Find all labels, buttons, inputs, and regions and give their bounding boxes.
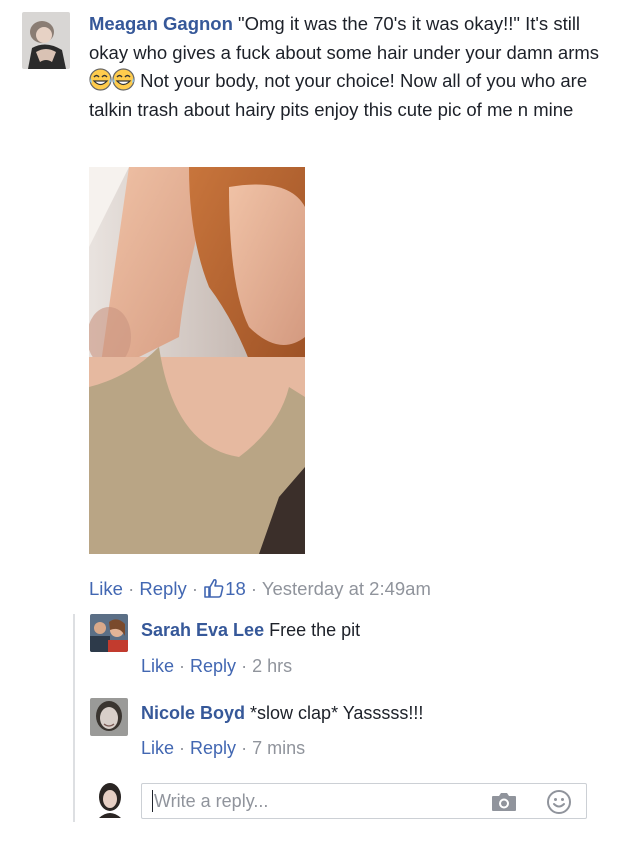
main-comment-body: Meagan Gagnon "Omg it was the 70's it wa… (89, 10, 604, 124)
thumbs-up-icon[interactable] (203, 577, 225, 599)
camera-icon[interactable] (490, 790, 518, 814)
like-link[interactable]: Like (89, 578, 123, 599)
separator: · (186, 578, 204, 599)
main-commenter-avatar[interactable] (22, 12, 70, 69)
reply-text: *slow clap* Yasssss!!! (245, 703, 424, 723)
separator: · (122, 578, 140, 599)
separator: · (236, 738, 253, 758)
separator: · (174, 656, 191, 676)
like-link[interactable]: Like (141, 656, 174, 676)
like-link[interactable]: Like (141, 738, 174, 758)
reply-avatar-nicole[interactable] (90, 698, 128, 736)
main-comment-actions: Like · Reply · 18 · Yesterday at 2:49am (89, 575, 431, 603)
current-user-avatar (91, 780, 129, 818)
tears-of-joy-emoji (89, 68, 112, 91)
tears-of-joy-emoji (112, 68, 135, 91)
main-comment-text-part2: Not your body, not your choice! Now all … (89, 70, 588, 120)
reply-link[interactable]: Reply (139, 578, 186, 599)
reply-thread-line (73, 614, 75, 822)
text-caret (152, 790, 153, 812)
separator: · (245, 578, 262, 599)
reply-body: Nicole Boyd *slow clap* Yasssss!!! (141, 700, 423, 726)
separator: · (236, 656, 253, 676)
reply-body: Sarah Eva Lee Free the pit (141, 617, 360, 643)
reply-link[interactable]: Reply (190, 656, 236, 676)
main-comment-author[interactable]: Meagan Gagnon (89, 13, 233, 34)
reply-text: Free the pit (264, 620, 361, 640)
reply-avatar-sarah[interactable] (90, 614, 128, 652)
reply-actions: Like · Reply · 2 hrs (141, 653, 292, 679)
reply-author[interactable]: Nicole Boyd (141, 703, 245, 723)
reply-composer[interactable] (141, 783, 587, 819)
reply-timestamp[interactable]: 7 mins (252, 738, 305, 758)
separator: · (174, 738, 191, 758)
comment-photo[interactable] (89, 167, 305, 554)
reply-author[interactable]: Sarah Eva Lee (141, 620, 264, 640)
reply-timestamp[interactable]: 2 hrs (252, 656, 292, 676)
comment-timestamp[interactable]: Yesterday at 2:49am (262, 578, 431, 599)
smiley-icon[interactable] (546, 789, 572, 815)
reply-input[interactable] (154, 784, 474, 818)
like-count[interactable]: 18 (225, 578, 246, 599)
reply-actions: Like · Reply · 7 mins (141, 735, 305, 761)
reply-link[interactable]: Reply (190, 738, 236, 758)
